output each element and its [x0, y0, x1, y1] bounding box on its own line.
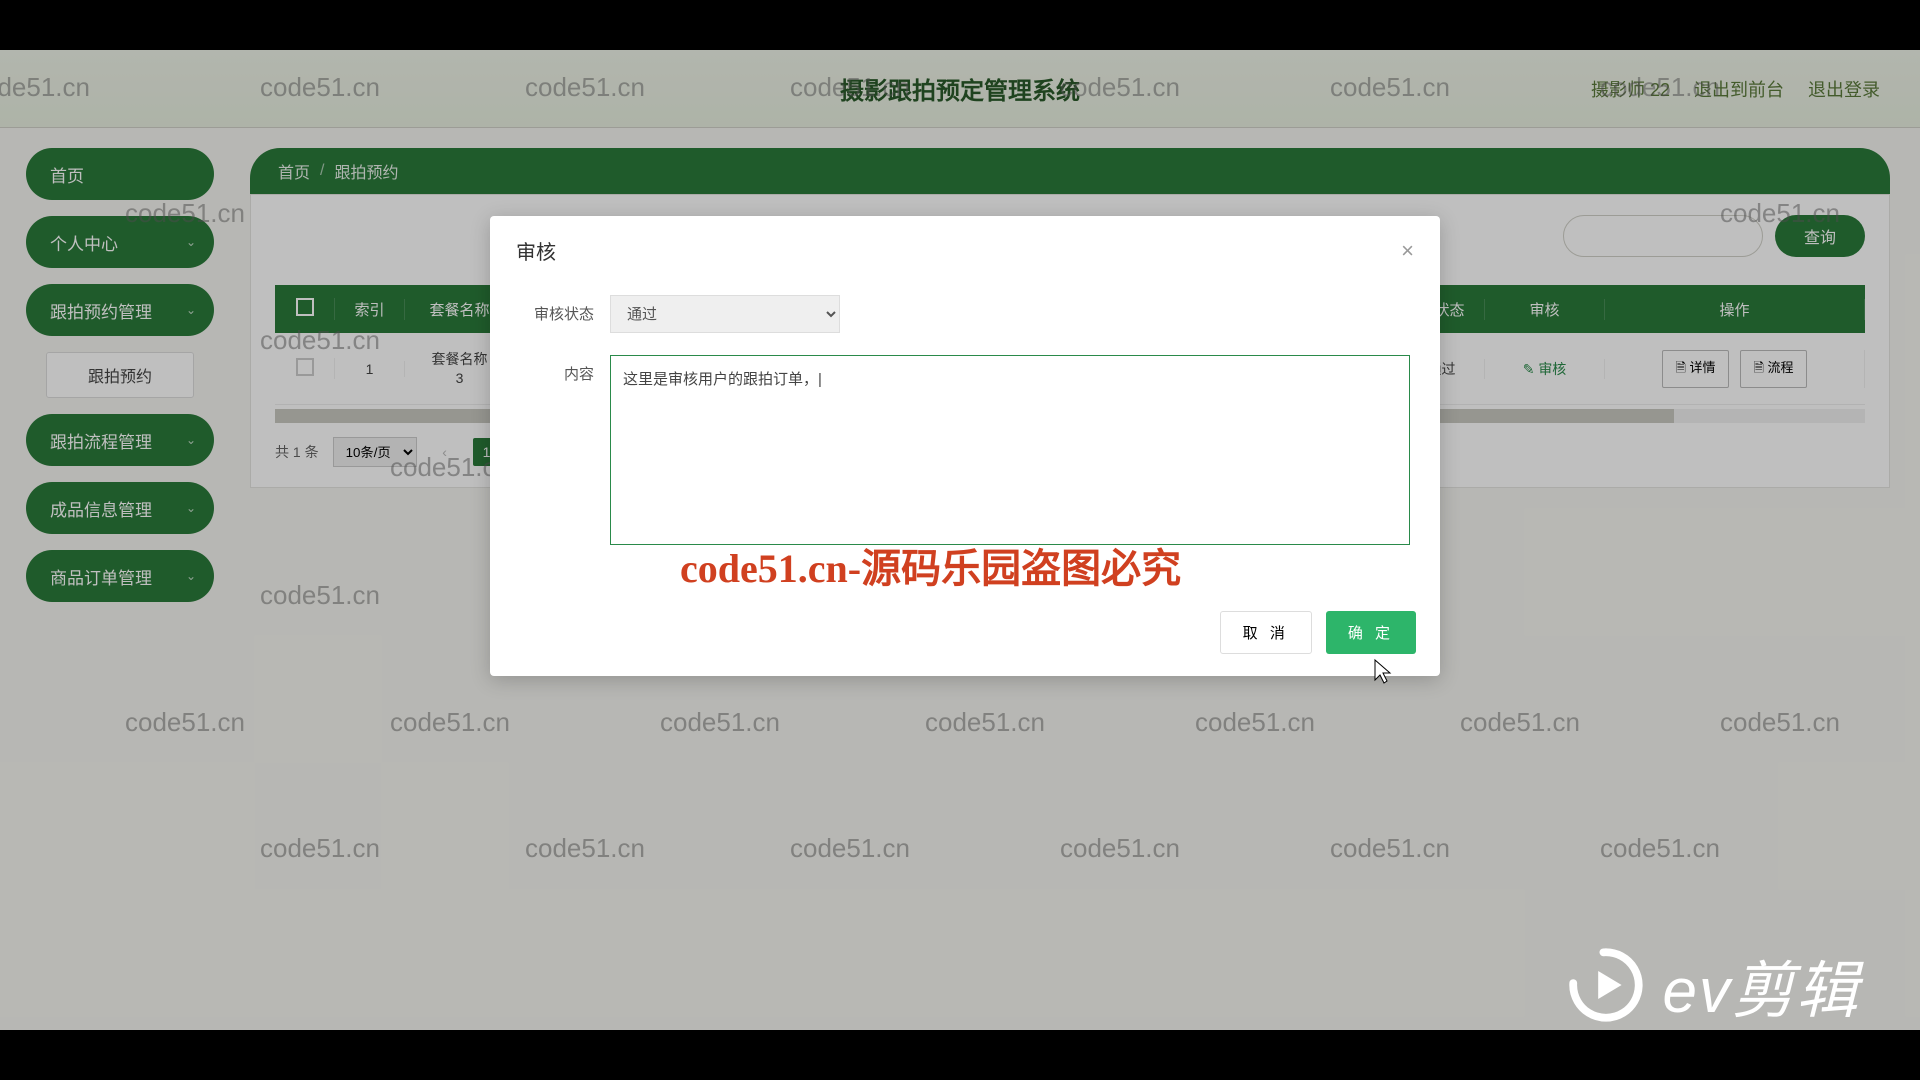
modal-body: 审核状态 通过 内容 这里是审核用户的跟拍订单，| — [490, 285, 1440, 597]
ok-button[interactable]: 确 定 — [1326, 611, 1416, 654]
content-textarea[interactable]: 这里是审核用户的跟拍订单，| — [610, 355, 1410, 545]
audit-modal: 审核 × 审核状态 通过 内容 这里是审核用户的跟拍订单，| 取 消 确 定 — [490, 216, 1440, 676]
status-label: 审核状态 — [520, 295, 610, 324]
modal-footer: 取 消 确 定 — [490, 597, 1440, 676]
cancel-button[interactable]: 取 消 — [1220, 611, 1312, 654]
content-row: 内容 这里是审核用户的跟拍订单，| — [520, 355, 1410, 545]
modal-title: 审核 — [516, 236, 556, 265]
status-row: 审核状态 通过 — [520, 295, 1410, 333]
modal-header: 审核 × — [490, 216, 1440, 285]
status-select[interactable]: 通过 — [610, 295, 840, 333]
close-icon[interactable]: × — [1401, 238, 1414, 264]
content-label: 内容 — [520, 355, 610, 384]
